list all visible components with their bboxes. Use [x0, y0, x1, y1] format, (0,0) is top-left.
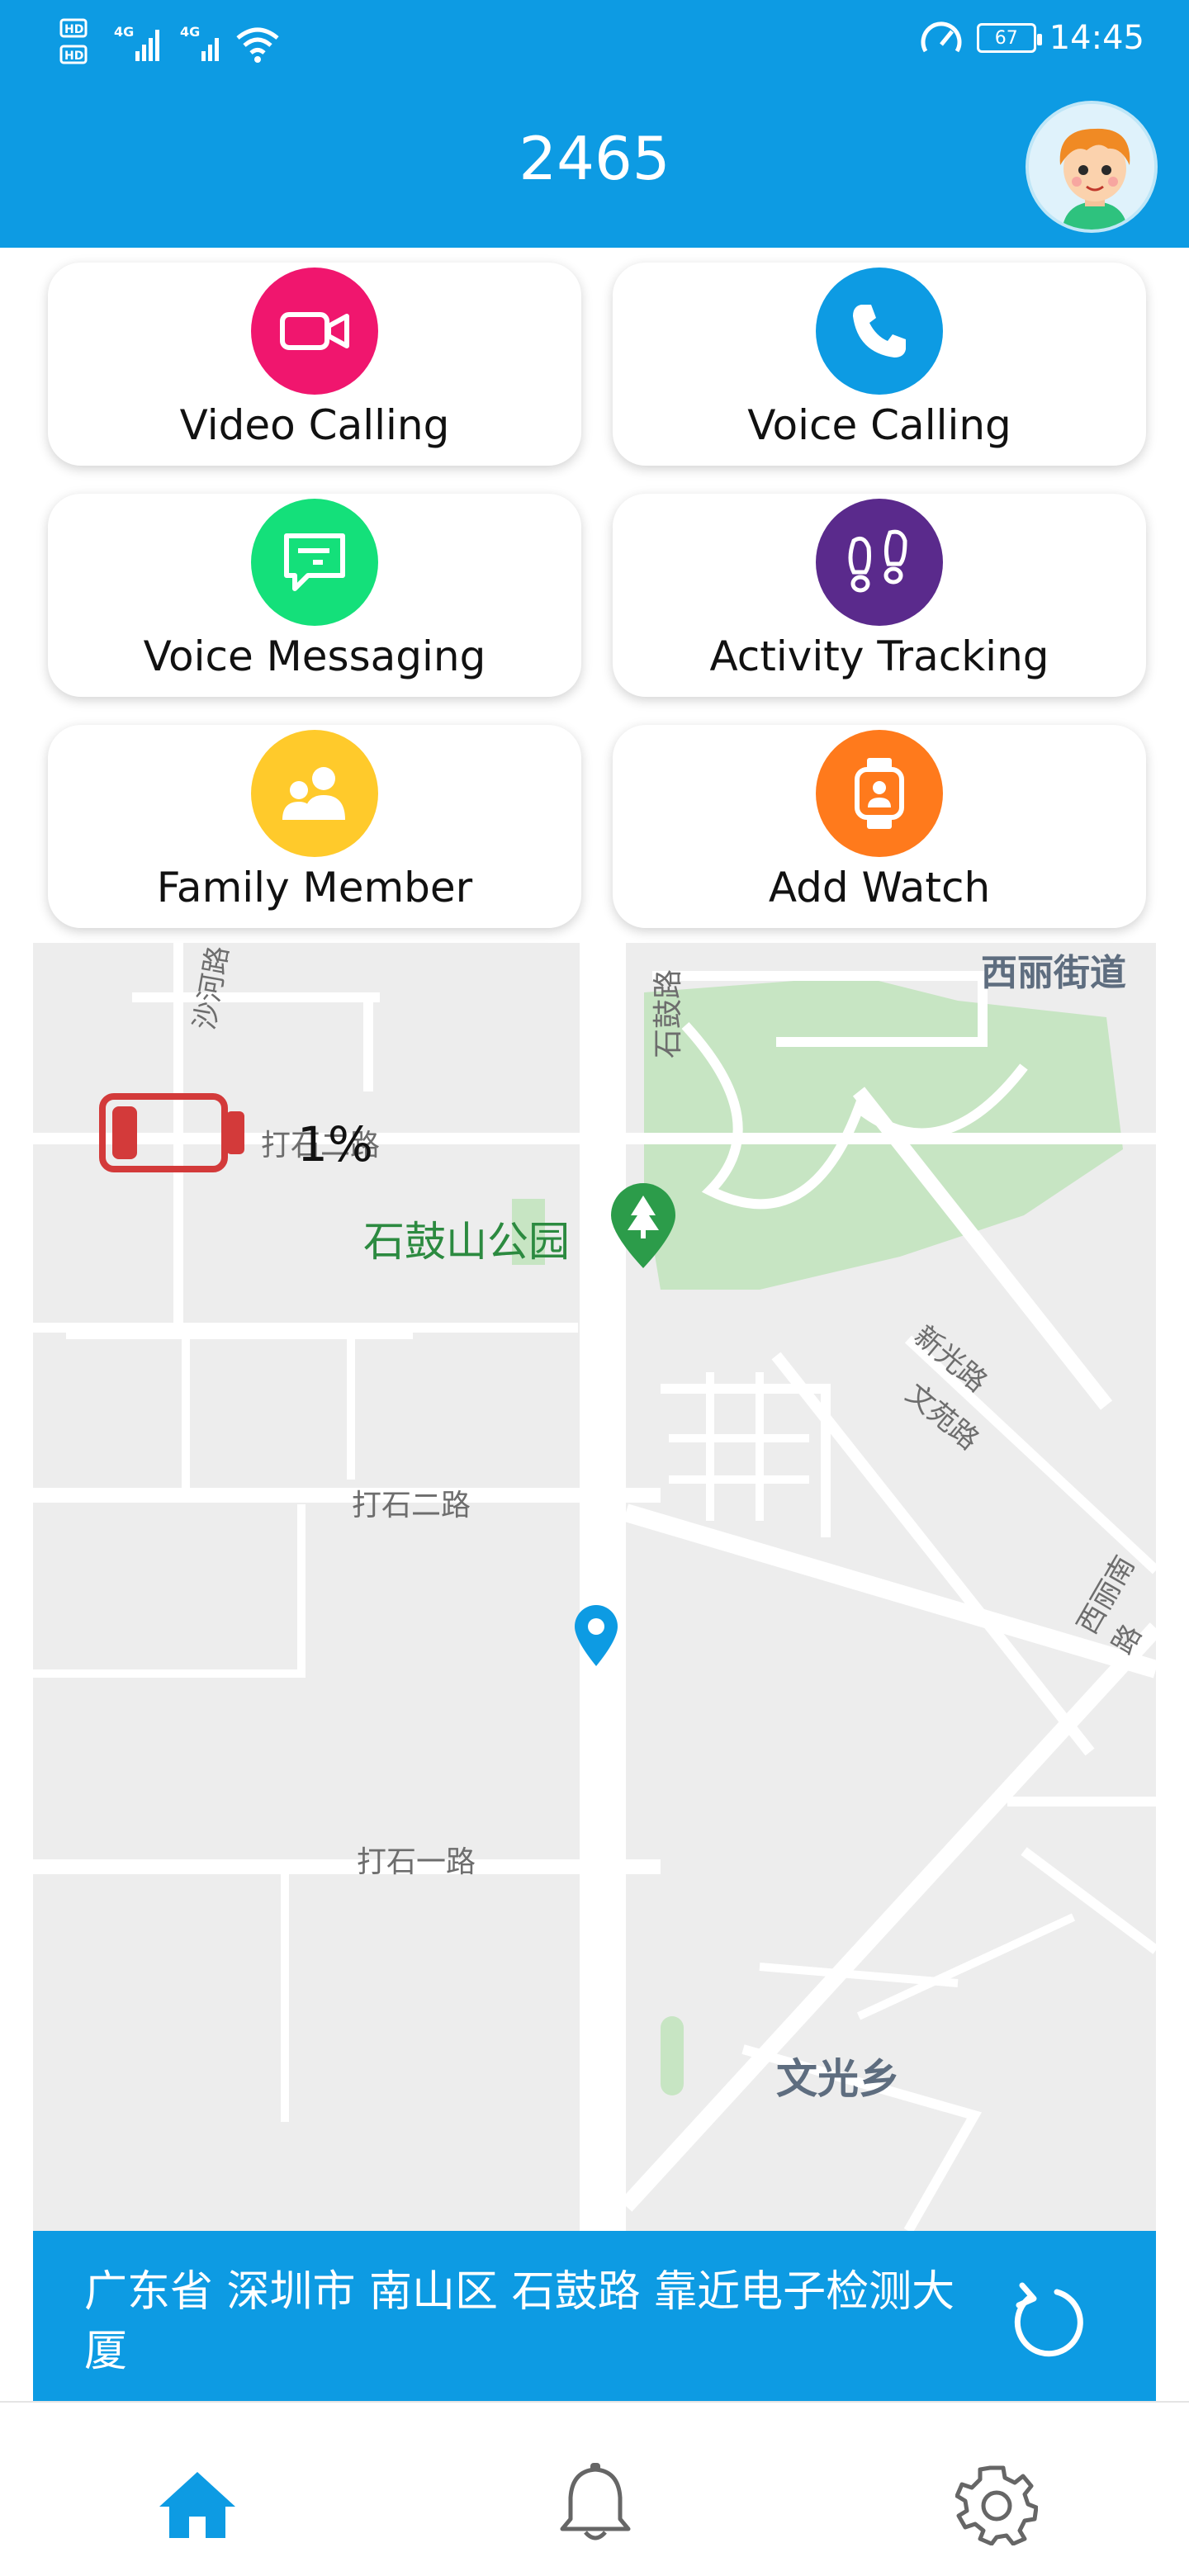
refresh-button[interactable]: [1007, 2280, 1088, 2361]
clock: 14:45: [1049, 19, 1144, 57]
park-pin-icon: [611, 1183, 675, 1268]
video-camera-icon: [251, 268, 378, 395]
battery-indicator: 67: [976, 23, 1042, 53]
location-map[interactable]: 西丽街道 沙河路 打石二路 石鼓路 石鼓山公园 新光路 文苑路 打石二路 西丽南…: [33, 943, 1156, 2231]
add-watch-label: Add Watch: [768, 864, 991, 912]
map-label-wenguang: 文光乡: [776, 2055, 900, 2103]
child-avatar-icon: [1029, 104, 1154, 230]
svg-text:4G: 4G: [114, 24, 134, 40]
video-calling-label: Video Calling: [179, 401, 450, 449]
footprints-icon: [816, 499, 943, 626]
family-icon: [251, 730, 378, 857]
nav-alerts-button[interactable]: [550, 2459, 641, 2550]
activity-tracking-label: Activity Tracking: [709, 632, 1049, 680]
activity-tracking-card[interactable]: Activity Tracking: [613, 494, 1146, 697]
map-label-xili-street: 西丽街道: [981, 952, 1126, 994]
video-calling-card[interactable]: Video Calling: [48, 263, 581, 466]
status-right: 67 14:45: [919, 18, 1144, 58]
watch-icon: [816, 730, 943, 857]
map-label-dashi-1: 打石一路: [357, 1845, 476, 1879]
avatar[interactable]: [1026, 101, 1158, 233]
gear-icon: [955, 2465, 1038, 2545]
svg-text:HD: HD: [64, 23, 83, 36]
page-title: 2465: [519, 124, 670, 193]
bell-icon: [560, 2463, 631, 2540]
status-bar: HD HD 4G 4G 67 14:45: [0, 0, 1189, 83]
home-icon: [159, 2472, 235, 2538]
voice-messaging-label: Voice Messaging: [143, 632, 486, 680]
speedometer-icon: [921, 21, 962, 53]
bottom-nav: [0, 2401, 1189, 2576]
svg-text:HD: HD: [64, 50, 83, 63]
nav-home-button[interactable]: [152, 2459, 243, 2550]
map-label-park: 石鼓山公园: [363, 1218, 570, 1266]
signal-indicators: HD HD 4G 4G: [59, 15, 282, 73]
voice-calling-card[interactable]: Voice Calling: [613, 263, 1146, 466]
battery-level: 67: [994, 27, 1018, 49]
refresh-icon: [1014, 2282, 1083, 2357]
map-label-shigu-rd: 石鼓路: [651, 968, 685, 1058]
voice-calling-label: Voice Calling: [747, 401, 1011, 449]
voice-messaging-card[interactable]: Voice Messaging: [48, 494, 581, 697]
app-header: HD HD 4G 4G 67 14:45 2465: [0, 0, 1189, 248]
add-watch-card[interactable]: Add Watch: [613, 725, 1146, 928]
low-battery-icon: [99, 1093, 244, 1172]
nav-settings-button[interactable]: [951, 2459, 1042, 2550]
address-bar: 广东省 深圳市 南山区 石鼓路 靠近电子检测大厦: [33, 2231, 1156, 2401]
address-text: 广东省 深圳市 南山区 石鼓路 靠近电子检测大厦: [84, 2267, 955, 2376]
svg-text:4G: 4G: [180, 24, 200, 40]
battery-percent: 1%: [297, 1116, 374, 1172]
location-pin-icon[interactable]: [571, 1603, 621, 1669]
family-member-card[interactable]: Family Member: [48, 725, 581, 928]
map-label-dashi-2: 打石二路: [352, 1489, 471, 1522]
wifi-icon: [236, 27, 279, 63]
phone-icon: [816, 268, 943, 395]
family-member-label: Family Member: [156, 864, 473, 912]
message-icon: [251, 499, 378, 626]
network-signal-icon: HD HD 4G 4G: [59, 18, 219, 64]
feature-grid: Video Calling Voice Calling Voice Messag…: [48, 263, 1146, 928]
